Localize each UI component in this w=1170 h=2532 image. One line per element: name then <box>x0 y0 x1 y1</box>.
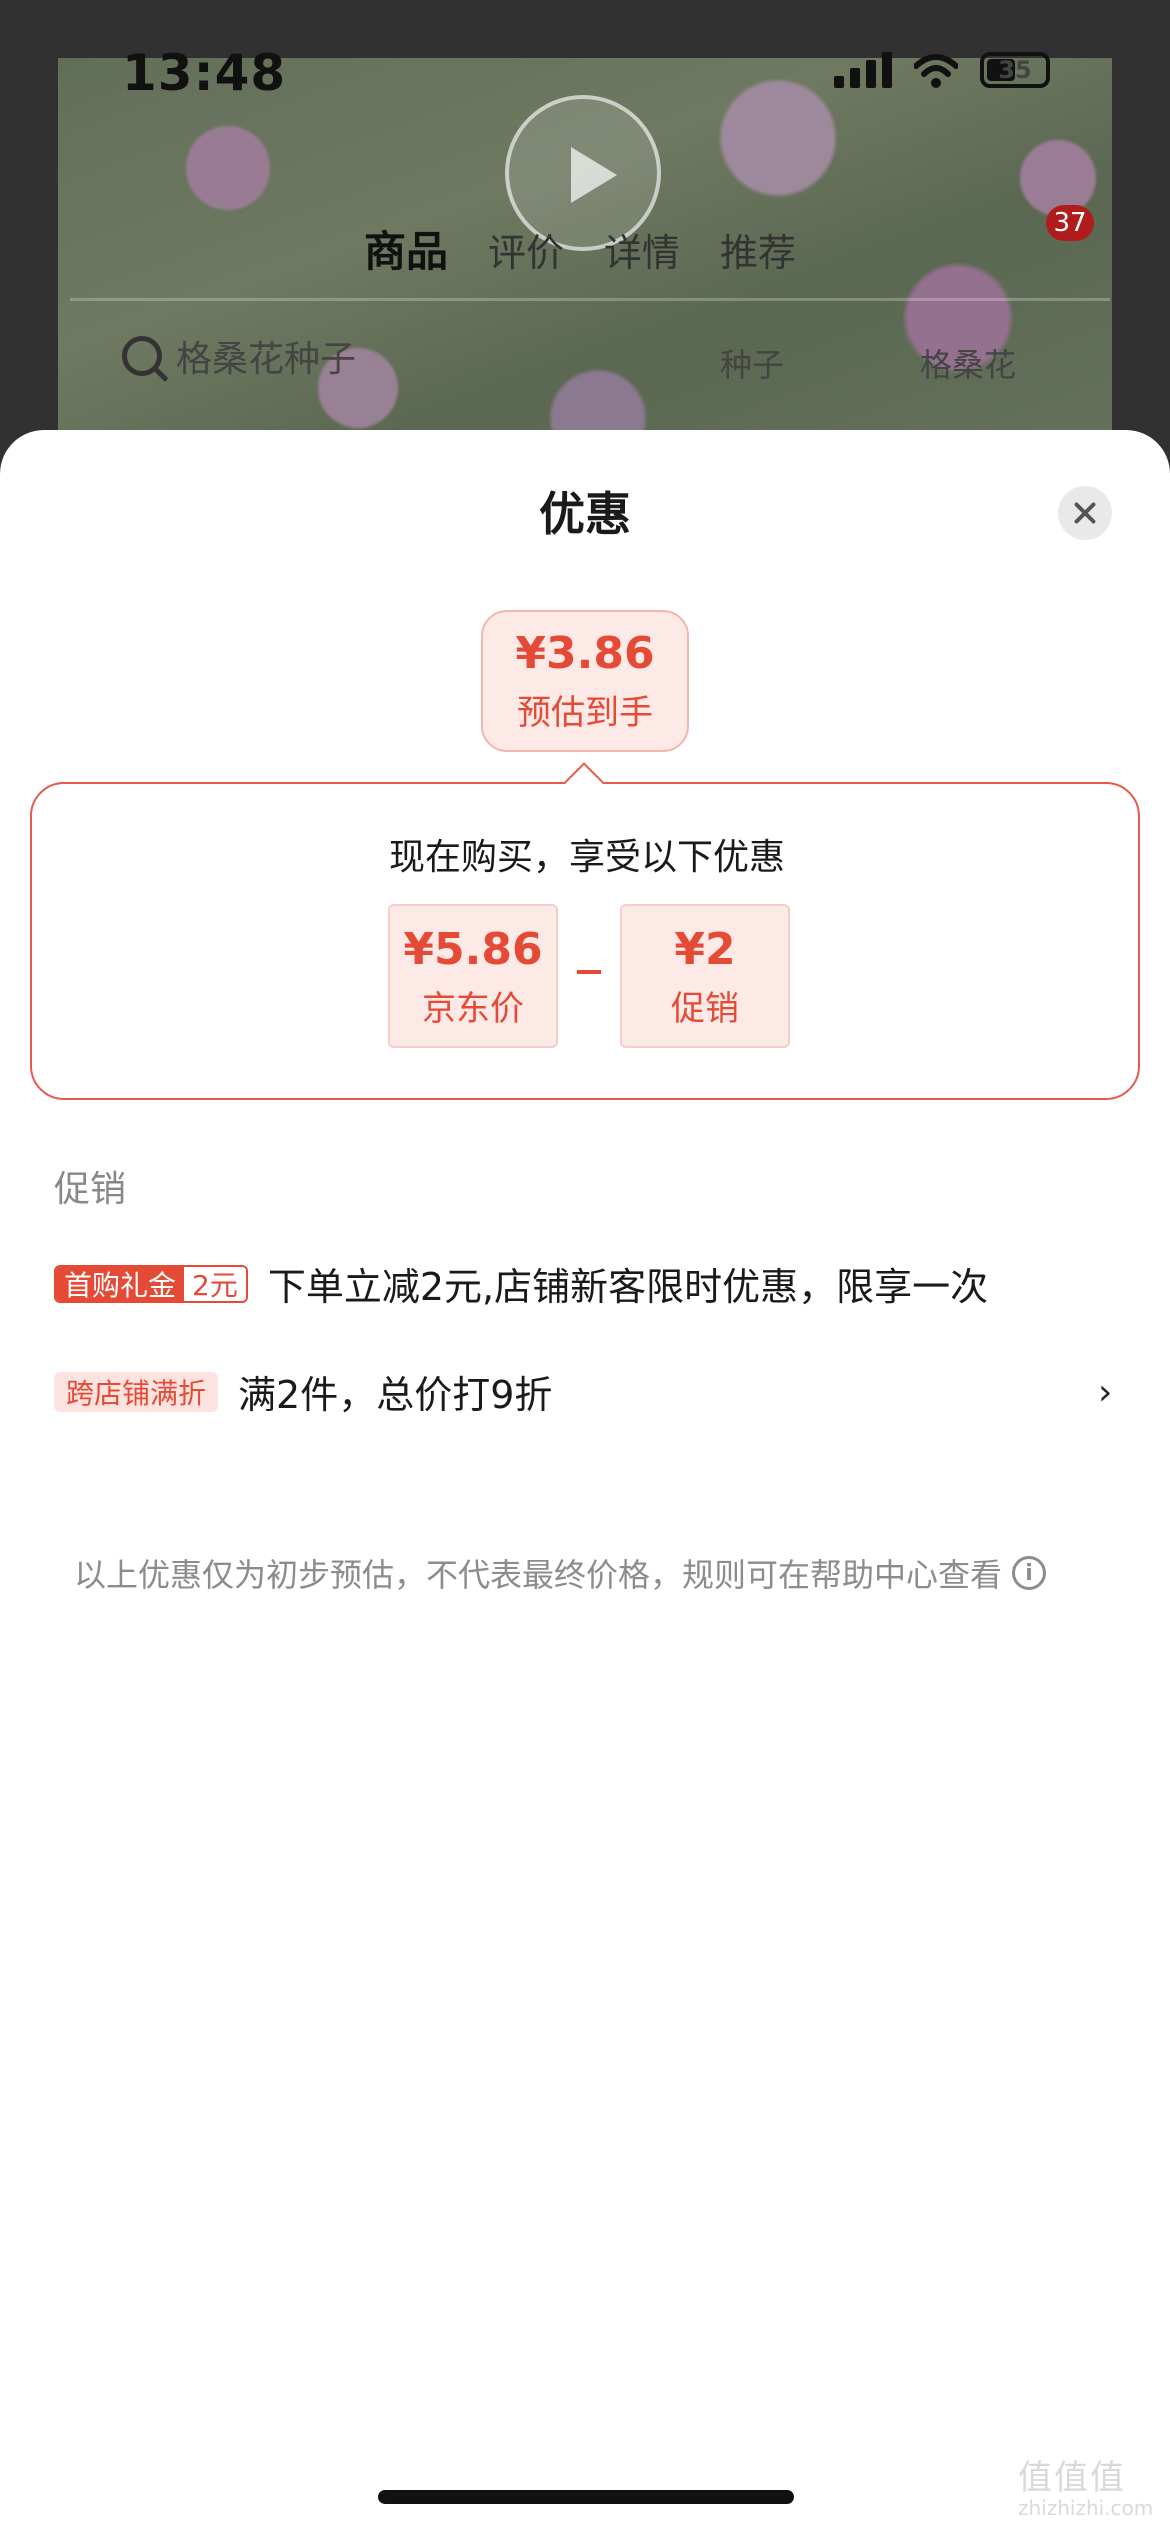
promo-row-cross-store[interactable]: 跨店铺满折 满2件，总价打9折 <box>54 1364 1114 1419</box>
minus-sign <box>577 970 601 974</box>
disclaimer: 以上优惠仅为初步预估，不代表最终价格，规则可在帮助中心查看 i <box>74 1550 1047 1596</box>
disclaimer-text: 以上优惠仅为初步预估，不代表最终价格，规则可在帮助中心查看 <box>74 1556 1003 1594</box>
tag-left-label: 首购礼金 <box>56 1266 185 1301</box>
status-time: 13:48 <box>122 44 287 102</box>
tab-product[interactable]: 商品 <box>364 218 448 279</box>
promotion-label: 促销 <box>671 989 739 1029</box>
estimated-price-label: 预估到手 <box>517 693 653 733</box>
offer-breakdown-box: 现在购买，享受以下优惠 ¥5.86 京东价 ¥2 促销 <box>30 782 1140 1100</box>
status-icons: 35 <box>834 52 1050 88</box>
search-text: 格桑花种子 <box>176 339 357 380</box>
info-icon[interactable]: i <box>1012 1556 1047 1590</box>
tab-details[interactable]: 详情 <box>604 222 680 277</box>
section-title-promotions: 促销 <box>54 1169 127 1210</box>
cross-store-tag: 跨店铺满折 <box>54 1371 219 1412</box>
background-search[interactable]: 格桑花种子 <box>122 330 356 382</box>
jd-price: ¥5.86 <box>403 924 543 975</box>
watermark: 值值值 <box>1018 2458 1126 2498</box>
tab-reviews[interactable]: 评价 <box>488 222 564 277</box>
divider <box>70 298 1110 301</box>
search-icon <box>122 336 162 376</box>
discount-sheet: 优惠 ¥3.86 预估到手 现在购买，享受以下优惠 ¥5.86 京东价 ¥2 促… <box>0 430 1170 2532</box>
promotion-amount: ¥2 <box>674 924 736 975</box>
tab-recommend[interactable]: 推荐 <box>720 222 796 277</box>
product-tabs: 商品 评价 详情 推荐 <box>364 218 796 279</box>
promo-text: 下单立减2元,店铺新客限时优惠，限享一次 <box>267 1265 989 1309</box>
sheet-title: 优惠 <box>539 487 631 541</box>
promotion-box: ¥2 促销 <box>620 904 790 1048</box>
home-indicator[interactable] <box>378 2490 794 2504</box>
wifi-icon <box>914 54 958 88</box>
first-purchase-tag: 首购礼金 2元 <box>54 1264 248 1303</box>
search-chip-cosmos[interactable]: 格桑花 <box>920 340 1016 386</box>
promo-row-first-purchase: 首购礼金 2元 下单立减2元,店铺新客限时优惠，限享一次 <box>54 1256 988 1311</box>
jd-price-box: ¥5.86 京东价 <box>388 904 558 1048</box>
battery-icon: 35 <box>980 52 1050 88</box>
watermark-url: zhizhizhi.com <box>1018 2496 1154 2520</box>
offer-heading: 现在购买，享受以下优惠 <box>388 837 785 878</box>
cellular-signal-icon <box>834 52 892 88</box>
jd-price-label: 京东价 <box>422 989 524 1029</box>
estimated-price: ¥3.86 <box>515 628 655 679</box>
estimated-price-box: ¥3.86 预估到手 <box>481 610 689 752</box>
chevron-right-icon[interactable]: › <box>1098 1372 1112 1413</box>
battery-level: 35 <box>998 56 1032 84</box>
tag-right-label: 2元 <box>184 1266 246 1301</box>
close-button[interactable] <box>1058 486 1112 540</box>
search-chip-seeds[interactable]: 种子 <box>720 340 784 386</box>
promo-text: 满2件，总价打9折 <box>238 1373 553 1417</box>
message-count-badge[interactable]: 37 <box>1046 205 1094 241</box>
